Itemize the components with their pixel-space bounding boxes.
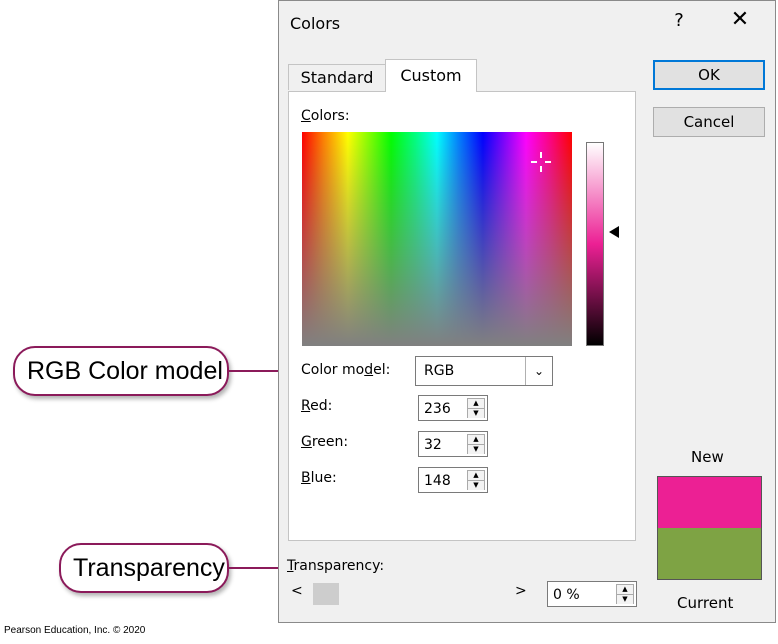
scroll-left-icon[interactable]: < xyxy=(291,583,303,599)
tab-custom[interactable]: Custom xyxy=(385,59,477,92)
colors-label: Colors: xyxy=(301,108,350,124)
dialog-title: Colors xyxy=(290,14,341,33)
transparency-value[interactable]: 0 % xyxy=(553,587,580,603)
spin-up-icon[interactable]: ▲ xyxy=(617,585,633,595)
color-model-select[interactable]: RGB ⌄ xyxy=(415,356,553,386)
callout-transparency: Transparency xyxy=(59,543,229,593)
current-color-swatch xyxy=(657,528,762,580)
transparency-spin-buttons[interactable]: ▲ ▼ xyxy=(616,584,634,604)
tab-standard[interactable]: Standard xyxy=(288,64,386,90)
credit-text: Pearson Education, Inc. © 2020 xyxy=(4,625,146,636)
callout-rgb-color-model: RGB Color model xyxy=(13,346,229,396)
blue-spinner[interactable]: 148 ▲ ▼ xyxy=(418,467,488,493)
blue-value[interactable]: 148 xyxy=(424,473,451,489)
spin-down-icon[interactable]: ▼ xyxy=(617,595,633,604)
new-label: New xyxy=(691,448,724,466)
spin-up-icon[interactable]: ▲ xyxy=(468,399,484,409)
green-spinner[interactable]: 32 ▲ ▼ xyxy=(418,431,488,457)
scroll-right-icon[interactable]: > xyxy=(515,583,527,599)
current-label: Current xyxy=(677,594,734,612)
close-icon[interactable]: ✕ xyxy=(725,7,755,32)
red-spin-buttons[interactable]: ▲ ▼ xyxy=(467,398,485,418)
colors-dialog: Colors ? ✕ Standard Custom Colors: Color… xyxy=(278,0,776,623)
green-spin-buttons[interactable]: ▲ ▼ xyxy=(467,434,485,454)
new-color-swatch xyxy=(657,476,762,528)
red-value[interactable]: 236 xyxy=(424,401,451,417)
callout-transparency-text: Transparency xyxy=(73,554,225,582)
help-button[interactable]: ? xyxy=(667,10,691,31)
crosshair-icon xyxy=(531,152,551,172)
color-model-value: RGB xyxy=(424,363,455,379)
callout-rgb-text: RGB Color model xyxy=(27,357,223,385)
custom-panel: Colors: Color model: RGB ⌄ Red: 236 ▲ ▼ G… xyxy=(288,91,636,541)
spin-down-icon[interactable]: ▼ xyxy=(468,409,484,418)
chevron-down-icon[interactable]: ⌄ xyxy=(525,357,552,385)
red-label: Red: xyxy=(301,398,333,414)
transparency-slider-thumb[interactable] xyxy=(313,583,339,605)
green-label: Green: xyxy=(301,434,349,450)
blue-spin-buttons[interactable]: ▲ ▼ xyxy=(467,470,485,490)
spin-down-icon[interactable]: ▼ xyxy=(468,445,484,454)
ok-button[interactable]: OK xyxy=(653,60,765,90)
red-spinner[interactable]: 236 ▲ ▼ xyxy=(418,395,488,421)
transparency-label: Transparency: xyxy=(287,558,385,574)
color-model-label: Color model: xyxy=(301,362,391,378)
luminance-slider[interactable] xyxy=(586,142,604,346)
transparency-spinner[interactable]: 0 % ▲ ▼ xyxy=(547,581,637,607)
luminance-arrow-icon[interactable] xyxy=(609,226,619,238)
color-spectrum-picker[interactable] xyxy=(302,132,572,346)
green-value[interactable]: 32 xyxy=(424,437,442,453)
spin-up-icon[interactable]: ▲ xyxy=(468,435,484,445)
spin-up-icon[interactable]: ▲ xyxy=(468,471,484,481)
cancel-button[interactable]: Cancel xyxy=(653,107,765,137)
blue-label: Blue: xyxy=(301,470,337,486)
spin-down-icon[interactable]: ▼ xyxy=(468,481,484,490)
